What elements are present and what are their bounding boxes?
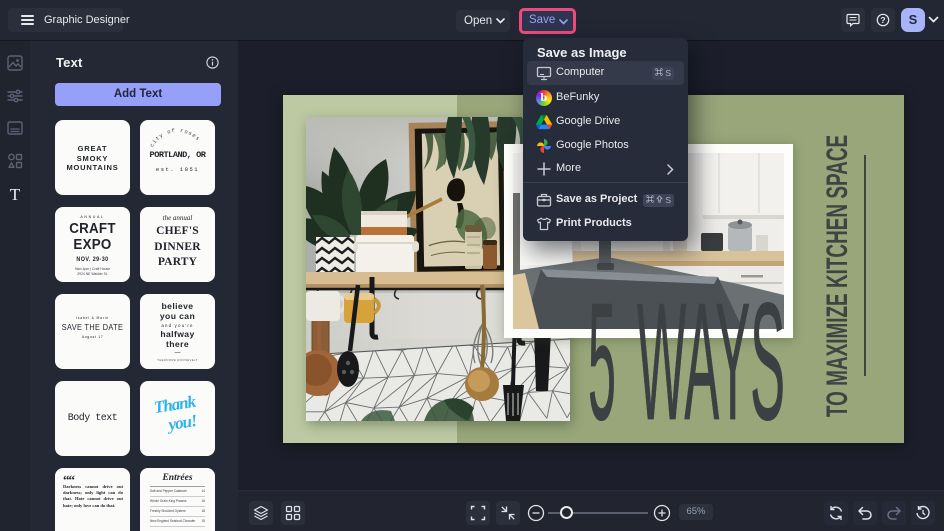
- svg-text:5: 5: [588, 297, 616, 425]
- svg-text:T: T: [10, 186, 21, 202]
- svg-text:TO MAXIMIZE KITCHEN SPACE: TO MAXIMIZE KITCHEN SPACE: [825, 135, 849, 417]
- svg-text:WAYS: WAYS: [637, 297, 785, 425]
- svg-text:city of roses: city of roses: [149, 128, 201, 148]
- svg-text:?: ?: [880, 15, 885, 25]
